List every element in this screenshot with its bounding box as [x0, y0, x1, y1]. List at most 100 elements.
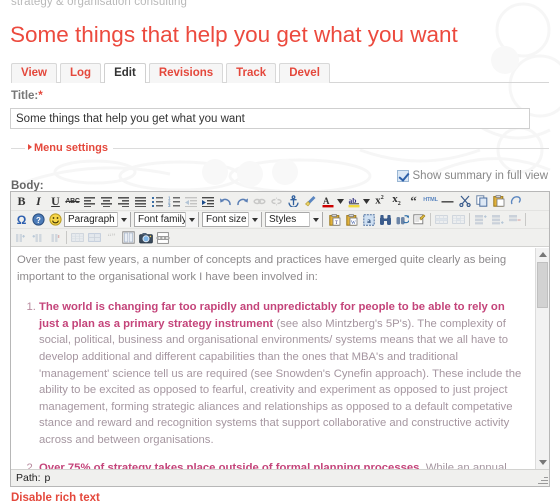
- font-size-select[interactable]: Font size: [202, 212, 262, 227]
- unlink-icon[interactable]: [268, 193, 285, 209]
- chevron-down-icon[interactable]: [248, 212, 261, 227]
- text-color-icon[interactable]: A: [319, 193, 336, 209]
- superscript-icon[interactable]: x2: [371, 193, 388, 209]
- delete-column-icon[interactable]: [47, 230, 64, 246]
- align-center-icon[interactable]: [98, 193, 115, 209]
- toolbar-separator: [525, 213, 526, 226]
- page-break-icon[interactable]: [154, 230, 171, 246]
- tab-view[interactable]: View: [11, 63, 57, 83]
- svg-text:?: ?: [36, 216, 41, 225]
- show-summary-label: Show summary in full view: [412, 170, 548, 182]
- numbered-list-icon[interactable]: 123: [166, 193, 183, 209]
- chevron-down-icon[interactable]: [117, 212, 130, 227]
- site-tagline: strategy & organisation consulting: [11, 0, 188, 8]
- cut-scissors-icon[interactable]: [456, 193, 473, 209]
- copy-icon[interactable]: [473, 193, 490, 209]
- font-size-value: Font size: [206, 214, 247, 225]
- menu-settings-toggle[interactable]: Menu settings: [25, 142, 113, 154]
- tab-log[interactable]: Log: [60, 63, 102, 83]
- bullet-list-icon[interactable]: [149, 193, 166, 209]
- bold-icon[interactable]: B: [13, 193, 30, 209]
- italic-icon[interactable]: I: [30, 193, 47, 209]
- tab-devel[interactable]: Devel: [279, 63, 330, 83]
- list-item: Over 75% of strategy takes place outside…: [39, 460, 527, 469]
- paragraph-format-value: Paragraph: [68, 214, 115, 225]
- special-character-icon[interactable]: Ω: [13, 212, 30, 228]
- strikethrough-icon[interactable]: ABC: [64, 193, 81, 209]
- link-icon[interactable]: [251, 193, 268, 209]
- merge-cells-icon[interactable]: [86, 230, 103, 246]
- help-globe-icon[interactable]: ?: [30, 212, 47, 228]
- font-family-select[interactable]: Font family: [134, 212, 199, 227]
- delete-row-icon[interactable]: [506, 212, 523, 228]
- edit-html-icon[interactable]: HTML: [422, 193, 439, 209]
- path-label: Path:: [16, 472, 41, 484]
- text-color-dropdown-icon[interactable]: [336, 193, 345, 209]
- font-family-value: Font family: [138, 214, 187, 225]
- eraser-icon[interactable]: [507, 193, 524, 209]
- split-cells-icon[interactable]: [69, 230, 86, 246]
- tab-edit[interactable]: Edit: [104, 63, 146, 83]
- tab-track[interactable]: Track: [226, 63, 277, 83]
- indent-icon[interactable]: [200, 193, 217, 209]
- editor-vertical-scrollbar[interactable]: [535, 248, 549, 469]
- chevron-down-icon[interactable]: [185, 212, 198, 227]
- select-all-icon[interactable]: a: [360, 212, 377, 228]
- svg-text:a: a: [367, 216, 371, 225]
- spellcheck-icon[interactable]: [411, 212, 428, 228]
- title-input[interactable]: [10, 108, 530, 129]
- align-justify-icon[interactable]: [132, 193, 149, 209]
- background-color-dropdown-icon[interactable]: [362, 193, 371, 209]
- scroll-up-arrow-icon[interactable]: [536, 248, 549, 261]
- undo-icon[interactable]: [217, 193, 234, 209]
- menu-settings-fieldset: Menu settings: [11, 142, 549, 154]
- list-item-lead: Over 75% of strategy takes place outside…: [39, 461, 423, 469]
- paste-clipboard-icon[interactable]: [490, 193, 507, 209]
- list-item-rest: (see also Mintzberg's 5P's). The complex…: [39, 317, 522, 446]
- table-cell-properties-icon[interactable]: [450, 212, 467, 228]
- emoticon-smiley-icon[interactable]: [47, 212, 64, 228]
- disable-rich-text-link[interactable]: Disable rich text: [11, 492, 100, 503]
- subscript-icon[interactable]: x2: [388, 193, 405, 209]
- find-replace-icon[interactable]: [394, 212, 411, 228]
- underline-icon[interactable]: U: [47, 193, 64, 209]
- scrollbar-thumb[interactable]: [537, 262, 548, 308]
- horizontal-rule-icon[interactable]: [439, 193, 456, 209]
- styles-select[interactable]: Styles: [265, 212, 323, 227]
- toolbar-separator: [430, 213, 431, 226]
- svg-text:3: 3: [168, 203, 171, 207]
- outdent-icon[interactable]: [183, 193, 200, 209]
- align-left-icon[interactable]: [81, 193, 98, 209]
- two-column-layout-icon[interactable]: [120, 230, 137, 246]
- insert-image-camera-icon[interactable]: [137, 230, 154, 246]
- insert-row-after-icon[interactable]: [489, 212, 506, 228]
- insert-row-before-icon[interactable]: [472, 212, 489, 228]
- rich-text-editor: B I U ABC 12 3 A ab x2 x2 “ HTML Ω ? Par…: [10, 191, 550, 487]
- paste-from-word-icon[interactable]: W: [343, 212, 360, 228]
- anchor-icon[interactable]: [285, 193, 302, 209]
- show-summary-checkbox[interactable]: [396, 170, 409, 182]
- editor-resize-handle[interactable]: [536, 473, 548, 485]
- insert-column-before-icon[interactable]: [13, 230, 30, 246]
- node-tabs: View Log Edit Revisions Track Devel: [11, 62, 549, 83]
- table-row-properties-icon[interactable]: [433, 212, 450, 228]
- insert-column-after-icon[interactable]: [30, 230, 47, 246]
- quote-marks-icon[interactable]: “”: [103, 230, 120, 246]
- blockquote-icon[interactable]: “: [405, 193, 422, 209]
- background-color-icon[interactable]: ab: [345, 193, 362, 209]
- paragraph-format-select[interactable]: Paragraph: [64, 212, 131, 227]
- show-summary-row: Show summary in full view: [396, 170, 548, 182]
- paste-as-text-icon[interactable]: T: [326, 212, 343, 228]
- align-right-icon[interactable]: [115, 193, 132, 209]
- styles-value: Styles: [269, 214, 297, 225]
- scroll-down-arrow-icon[interactable]: [536, 456, 549, 469]
- editor-document[interactable]: Over the past few years, a number of con…: [11, 248, 535, 469]
- svg-text:A: A: [323, 196, 330, 206]
- redo-icon[interactable]: [234, 193, 251, 209]
- find-binoculars-icon[interactable]: [377, 212, 394, 228]
- title-field-label: Title:*: [11, 90, 43, 102]
- chevron-down-icon[interactable]: [309, 212, 322, 227]
- editor-content-area[interactable]: Over the past few years, a number of con…: [11, 247, 549, 469]
- cleanup-broom-icon[interactable]: [302, 193, 319, 209]
- tab-revisions[interactable]: Revisions: [148, 63, 224, 83]
